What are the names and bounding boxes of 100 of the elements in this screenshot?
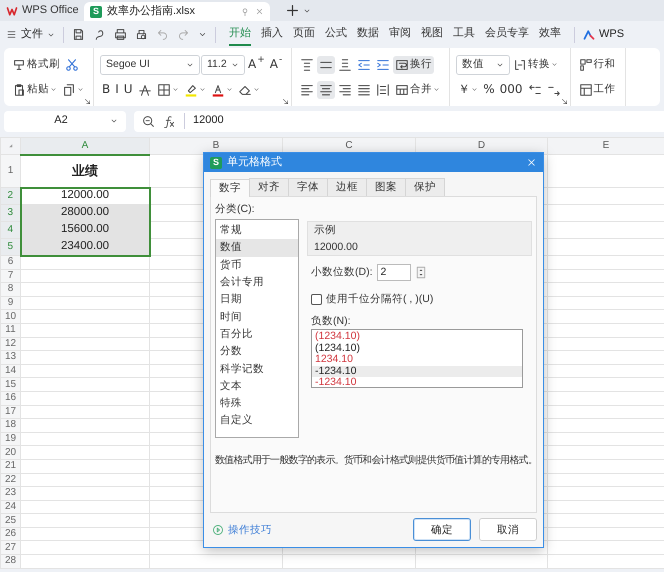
row-number[interactable]: 28 [0, 554, 20, 568]
ribbon-tab[interactable]: 开始 [229, 22, 251, 46]
close-icon[interactable] [255, 7, 264, 16]
row-number[interactable]: 9 [0, 296, 20, 310]
dropdown-field[interactable]: 11.2 [201, 54, 245, 74]
negative-format-item[interactable]: -1234.10 [312, 376, 522, 388]
dialog-tab[interactable]: 图案 [366, 178, 406, 196]
row-number[interactable]: 3 [0, 204, 20, 222]
column-header[interactable]: A [20, 138, 150, 154]
negative-format-item[interactable]: -1234.10 [312, 366, 522, 377]
row-number[interactable]: 20 [0, 446, 20, 460]
formula-field[interactable]: 12000 [134, 110, 664, 132]
close-icon[interactable] [526, 157, 537, 168]
ribbon-tab[interactable]: 插入 [261, 22, 283, 46]
curve-icon[interactable] [93, 28, 106, 41]
category-item[interactable]: 文本 [216, 378, 298, 396]
row-number[interactable]: 13 [0, 350, 20, 364]
ribbon-tab[interactable]: 页面 [293, 22, 315, 46]
file-menu[interactable]: 文件 [21, 28, 43, 42]
dialog-launcher-icon[interactable] [560, 98, 568, 105]
category-list[interactable]: 常规 数值 货币 会计专用 日期 时间 百分比 分数 科学记数 文本 特殊 自定义 [215, 219, 299, 438]
row-number[interactable]: 22 [0, 473, 20, 487]
row-number[interactable]: 27 [0, 540, 20, 555]
ribbon-tab[interactable]: 效率 [539, 22, 561, 46]
format-button[interactable]: A$^{-}$ [268, 55, 284, 74]
ok-button[interactable]: 确定 [413, 518, 471, 542]
row-number[interactable]: 2 [0, 188, 20, 204]
toolbar-button[interactable]: 转换 [511, 56, 560, 74]
category-item[interactable]: 数值 [216, 239, 298, 257]
toolbar-button[interactable] [317, 80, 336, 98]
dialog-tab[interactable]: 字体 [288, 178, 328, 196]
ribbon-tab[interactable]: 审阅 [389, 22, 411, 46]
row-number[interactable]: 11 [0, 323, 20, 338]
category-item[interactable]: 分数 [216, 343, 298, 361]
pin-icon[interactable] [240, 6, 250, 16]
ribbon-tab[interactable]: 公式 [325, 22, 347, 46]
row-number[interactable]: 4 [0, 222, 20, 238]
row-number[interactable]: 19 [0, 432, 20, 446]
row-number[interactable]: 10 [0, 310, 20, 324]
dropdown-field[interactable]: Segoe UI [100, 54, 200, 74]
brand-label[interactable]: WPS [599, 28, 624, 42]
ribbon-tab[interactable]: 工具 [453, 22, 475, 46]
app-tab-label[interactable]: WPS Office [22, 4, 79, 18]
column-header[interactable]: B [150, 138, 282, 154]
row-number[interactable]: 24 [0, 500, 20, 514]
dialog-tab[interactable]: 数字 [210, 179, 250, 197]
row-number[interactable]: 7 [0, 269, 20, 283]
negative-format-item[interactable]: (1234.10) [312, 342, 522, 354]
category-item[interactable]: 日期 [216, 291, 298, 309]
print-preview-icon[interactable] [135, 28, 148, 41]
cancel-button[interactable]: 取消 [479, 518, 537, 542]
category-item[interactable]: 百分比 [216, 326, 298, 344]
dialog-tab[interactable]: 边框 [327, 178, 367, 196]
save-icon[interactable] [72, 28, 85, 41]
format-button[interactable]: I [113, 80, 121, 99]
format-button[interactable]: B [100, 80, 112, 99]
row-number[interactable]: 15 [0, 378, 20, 392]
negative-format-item[interactable]: (1234.10) [312, 331, 522, 343]
row-number[interactable]: 21 [0, 459, 20, 473]
row-number[interactable]: 12 [0, 337, 20, 351]
dialog-launcher-icon[interactable] [282, 98, 290, 105]
toolbar-button[interactable]: 合并 [393, 80, 442, 98]
row-number[interactable]: 1 [0, 154, 20, 188]
dropdown-field[interactable]: 数值 [456, 54, 510, 74]
dialog-launcher-icon[interactable] [84, 98, 91, 105]
category-item[interactable]: 常规 [216, 222, 298, 240]
toolbar-button[interactable] [317, 56, 336, 74]
ribbon-tab[interactable]: 会员专享 [485, 22, 529, 46]
row-number[interactable]: 8 [0, 282, 20, 296]
help-link[interactable]: 操作技巧 [228, 524, 272, 536]
row-number[interactable]: 26 [0, 527, 20, 541]
category-item[interactable]: 货币 [216, 256, 298, 274]
ribbon-tab[interactable]: 视图 [421, 22, 443, 46]
row-number[interactable]: 14 [0, 364, 20, 378]
category-item[interactable]: 自定义 [216, 412, 298, 430]
negative-format-item[interactable]: 1234.10 [312, 354, 522, 366]
row-number[interactable]: 23 [0, 486, 20, 500]
row-number[interactable]: 25 [0, 514, 20, 528]
toolbar-button[interactable]: 工作 [576, 80, 618, 98]
row-number[interactable]: 5 [0, 238, 20, 256]
row-number[interactable]: 16 [0, 391, 20, 406]
format-button[interactable]: A$^{+}$ [246, 55, 267, 74]
category-item[interactable]: 会计专用 [216, 274, 298, 292]
column-header[interactable]: E [548, 138, 664, 154]
decimals-input[interactable]: 2 [376, 264, 410, 282]
format-button[interactable]: ￥ [456, 80, 480, 99]
caret-icon[interactable] [198, 30, 207, 39]
format-button[interactable]: % [481, 80, 497, 99]
negative-number-list[interactable]: (1234.10) (1234.10) 1234.10 -1234.10 -1234.10 [311, 329, 523, 388]
toolbar-button[interactable]: 行和 [576, 56, 618, 74]
row-number[interactable]: 17 [0, 405, 20, 419]
name-box[interactable]: A2 [4, 110, 126, 132]
row-number[interactable]: 6 [0, 256, 20, 270]
dialog-tab[interactable]: 对齐 [249, 178, 289, 196]
file-tab-label[interactable]: 效率办公指南.xlsx [107, 4, 235, 18]
print-icon[interactable] [114, 28, 127, 41]
format-button[interactable]: 000 [498, 80, 525, 99]
plus-icon[interactable] [286, 4, 299, 17]
category-item[interactable]: 时间 [216, 308, 298, 326]
format-button[interactable]: U [122, 80, 135, 99]
